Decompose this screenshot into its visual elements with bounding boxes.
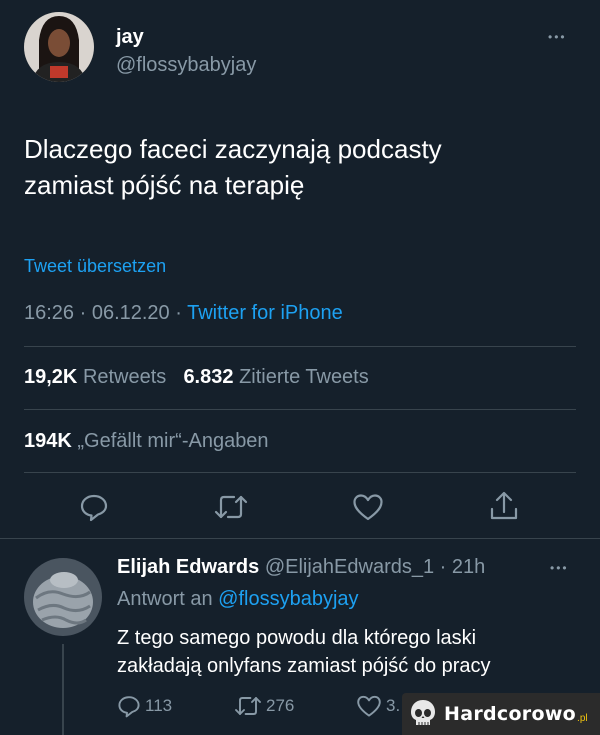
reply-to-handle[interactable]: @flossybabyjay xyxy=(218,588,358,610)
reply-replies-count: 113 xyxy=(145,696,173,715)
like-stats[interactable]: 194K „Gefällt mir“-Angaben xyxy=(24,430,269,453)
author-handle[interactable]: @flossybabyjay xyxy=(116,54,256,77)
tweet-text-line: zamiast pójść na terapię xyxy=(24,170,305,200)
retweet-icon xyxy=(214,495,248,519)
divider xyxy=(24,409,576,410)
reply-like-button[interactable]: 3. xyxy=(356,694,400,718)
watermark: Hardcorowo .pl xyxy=(402,693,600,735)
thread-line xyxy=(62,644,64,735)
likes-label: „Gefällt mir“-Angaben xyxy=(77,430,269,452)
reply-header: Elijah Edwards @ElijahEdwards_1 · 21h xyxy=(117,556,485,579)
retweet-icon xyxy=(235,697,261,715)
retweets-label: Retweets xyxy=(82,366,167,388)
reply-author-avatar[interactable] xyxy=(24,558,102,636)
translate-link[interactable]: Tweet übersetzen xyxy=(24,256,166,277)
reply-likes-count: 3. xyxy=(386,696,401,715)
tweet-text: Dlaczego faceci zaczynają podcasty zamia… xyxy=(24,131,442,203)
watermark-text: Hardcorowo xyxy=(444,703,577,725)
share-button[interactable] xyxy=(488,490,520,522)
reply-icon xyxy=(118,696,140,718)
likes-count: 194K xyxy=(24,430,72,452)
tweet-source-link[interactable]: Twitter for iPhone xyxy=(187,302,343,324)
like-icon xyxy=(353,494,383,521)
author-avatar[interactable] xyxy=(24,12,94,82)
more-icon[interactable]: ••• xyxy=(548,30,567,44)
reply-retweet-button[interactable]: 276 xyxy=(234,694,294,718)
like-icon xyxy=(357,695,381,717)
tweet-timestamp[interactable]: 16:26 · 06.12.20 · xyxy=(24,302,187,324)
section-divider xyxy=(0,538,600,539)
retweet-stats[interactable]: 19,2K Retweets 6.832 Zitierte Tweets xyxy=(24,366,369,389)
retweet-button[interactable] xyxy=(214,492,248,522)
reply-icon xyxy=(80,494,108,522)
divider xyxy=(24,346,576,347)
reply-avatar-image xyxy=(24,558,102,636)
author-avatar-image xyxy=(24,12,94,82)
reply-author-handle-time[interactable]: @ElijahEdwards_1 · 21h xyxy=(265,556,485,578)
quotes-label: Zitierte Tweets xyxy=(239,366,369,388)
reply-text-line: Z tego samego powodu dla którego laski xyxy=(117,627,477,649)
share-icon xyxy=(490,491,518,520)
skull-icon xyxy=(411,700,435,725)
tweet-text-line: Dlaczego faceci zaczynają podcasty xyxy=(24,134,442,164)
reply-reply-button[interactable]: 113 xyxy=(117,694,172,718)
tweet-meta: 16:26 · 06.12.20 · Twitter for iPhone xyxy=(24,302,343,325)
reply-author-name[interactable]: Elijah Edwards xyxy=(117,556,259,578)
reply-retweets-count: 276 xyxy=(266,696,295,715)
reply-to-line: Antwort an @flossybabyjay xyxy=(117,588,359,611)
retweets-count: 19,2K xyxy=(24,366,78,388)
reply-more-icon[interactable]: ••• xyxy=(550,561,569,575)
watermark-suffix: .pl xyxy=(577,712,588,724)
divider xyxy=(24,472,576,473)
reply-text-line: zakładają onlyfans zamiast pójść do prac… xyxy=(117,655,491,677)
author-name[interactable]: jay xyxy=(116,26,144,49)
like-button[interactable] xyxy=(352,492,384,522)
reply-button[interactable] xyxy=(79,492,109,522)
reply-to-prefix: Antwort an xyxy=(117,588,219,610)
reply-text: Z tego samego powodu dla którego laski z… xyxy=(117,624,491,680)
quotes-count: 6.832 xyxy=(183,366,234,388)
